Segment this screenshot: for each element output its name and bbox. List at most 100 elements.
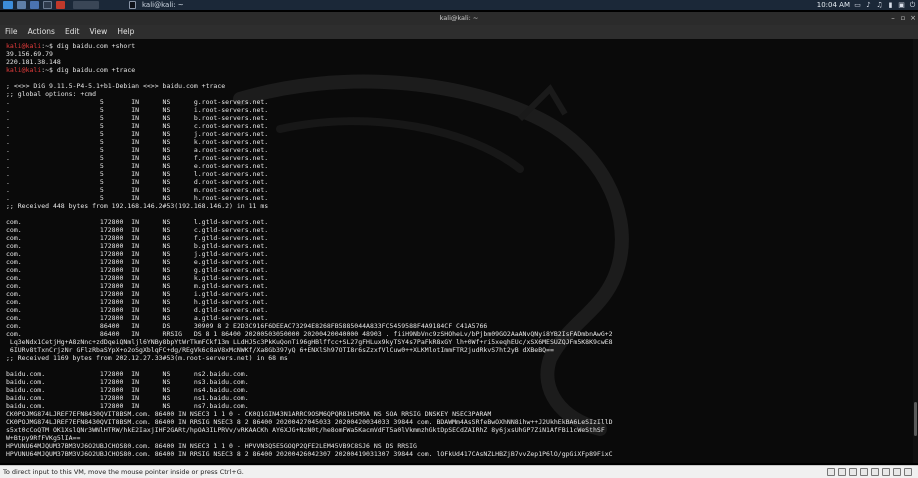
display-icon[interactable]: ▭ [854,1,861,9]
terminal-line: com. 172800 IN NS a.gtld-servers.net. [6,314,613,322]
terminal-line: kali@kali:~$ dig baidu.com +trace [6,66,613,74]
terminal-line: CK0POJMG874LJREF7EFN8430QVIT8BSM.com. 86… [6,410,613,418]
line-text: HPVUNU64MJQUM37BM3VJ6O2UBJCHOS80.com. 86… [6,450,613,458]
task-title[interactable]: kali@kali: ~ [142,0,184,10]
line-text: com. 172800 IN NS b.gtld-servers.net. [6,242,269,250]
line-text: ;; Received 448 bytes from 192.168.146.2… [6,202,269,210]
top-panel: kali@kali: ~ 10:04 AM ▭ ♪ ♫ ▮ ▣ ⏻ [0,0,918,10]
line-text: com. 172800 IN NS a.gtld-servers.net. [6,314,269,322]
terminal-line: . 5 IN NS h.root-servers.net. [6,194,613,202]
terminal-line: baidu.com. 172800 IN NS ns2.baidu.com. [6,370,613,378]
line-text: com. 172800 IN NS m.gtld-servers.net. [6,282,269,290]
line-text: HPVUNU64MJQUM37BM3VJ6O2UBJCHOS80.com. 86… [6,442,417,450]
lock-icon[interactable]: ▣ [898,1,905,9]
line-text: . 5 IN NS l.root-servers.net. [6,170,269,178]
terminal-line: . 5 IN NS e.root-servers.net. [6,162,613,170]
menu-actions[interactable]: Actions [28,25,55,39]
terminal-line: com. 172800 IN NS k.gtld-servers.net. [6,274,613,282]
terminal-line: baidu.com. 172800 IN NS ns7.baidu.com. [6,402,613,410]
line-text: . 5 IN NS j.root-servers.net. [6,130,269,138]
shell-prompt: kali@kali [6,42,42,50]
line-text: com. 172800 IN NS d.gtld-servers.net. [6,306,269,314]
terminal-line: com. 86400 IN DS 30909 8 2 E2D3C916F6DEE… [6,322,613,330]
usb-icon[interactable] [860,468,868,476]
line-text: CK0POJMG874LJREF7EFN8430QVIT8BSM.com. 86… [6,410,492,418]
terminal-line: HPVUNU64MJQUM37BM3VJ6O2UBJCHOS80.com. 86… [6,442,613,450]
terminal-output[interactable]: kali@kali:~$ dig baidu.com +short 39.156.… [0,39,913,463]
line-text: 39.156.69.79 [6,50,53,58]
cd-icon[interactable] [838,468,846,476]
menu-help[interactable]: Help [117,25,134,39]
menu-file[interactable]: File [5,25,18,39]
terminal-line: 220.181.38.148 [6,58,613,66]
active-window-button[interactable] [73,1,99,9]
volume-icon[interactable]: ♪ [865,1,872,9]
minimize-icon[interactable]: – [888,12,898,25]
terminal-line: kali@kali:~$ dig baidu.com +short [6,42,613,50]
terminal-line: . 5 IN NS f.root-servers.net. [6,154,613,162]
menu-edit[interactable]: Edit [65,25,80,39]
terminal-line: ; <<>> DiG 9.11.5-P4-5.1+b1-Debian <<>> … [6,82,613,90]
line-text: Lq3eNdx1CetjHg+A8zNnc+zdDqeiQNmljl6YNBy8… [6,338,613,346]
kali-menu-icon[interactable] [3,1,13,9]
terminal-line: Lq3eNdx1CetjHg+A8zNnc+zdDqeiQNmljl6YNBy8… [6,338,613,346]
line-text: com. 172800 IN NS g.gtld-servers.net. [6,266,269,274]
terminal-line: baidu.com. 172800 IN NS ns3.baidu.com. [6,378,613,386]
terminal-line: com. 172800 IN NS m.gtld-servers.net. [6,282,613,290]
power-icon[interactable]: ⏻ [909,1,916,9]
battery-icon[interactable]: ▮ [887,1,894,9]
terminal-line: com. 172800 IN NS d.gtld-servers.net. [6,306,613,314]
terminal-line: CK0POJMG874LJREF7EFN8430QVIT8BSM.com. 86… [6,418,613,426]
file-manager-icon[interactable] [30,1,39,9]
terminal-line: . 5 IN NS d.root-servers.net. [6,178,613,186]
line-text: com. 86400 IN DS 30909 8 2 E2D3C916F6DEE… [6,322,488,330]
terminal-line: ;; Received 1169 bytes from 202.12.27.33… [6,354,613,362]
line-text: . 5 IN NS a.root-servers.net. [6,146,269,154]
maximize-icon[interactable]: ▫ [898,12,908,25]
line-text: com. 172800 IN NS l.gtld-servers.net. [6,218,269,226]
line-text: baidu.com. 172800 IN NS ns2.baidu.com. [6,370,249,378]
line-text: baidu.com. 172800 IN NS ns7.baidu.com. [6,402,249,410]
line-text: ;; global options: +cmd [6,90,97,98]
hdd-icon[interactable] [827,468,835,476]
terminal-line: s5xt0cCoQTM OK1XslQNr3WNlHTRW/hkE2IaxjIH… [6,426,613,434]
terminal-line: W+Btpy9RfFVKg5lIA== [6,434,613,442]
terminal-line: . 5 IN NS l.root-servers.net. [6,170,613,178]
line-text: com. 172800 IN NS f.gtld-servers.net. [6,234,269,242]
workspace-icon[interactable] [17,1,26,9]
window-titlebar[interactable]: kali@kali: ~ – ▫ × [0,12,918,25]
line-text: baidu.com. 172800 IN NS ns4.baidu.com. [6,386,249,394]
network-icon[interactable] [849,468,857,476]
notification-bell-icon[interactable]: ♫ [876,1,883,9]
task-terminal-icon[interactable] [129,1,136,9]
line-text: com. 86400 IN RRSIG DS 8 1 86400 2020050… [6,330,613,338]
display-icon[interactable] [882,468,890,476]
vm-device-icons [827,468,912,476]
terminal-line: 39.156.69.79 [6,50,613,58]
clock[interactable]: 10:04 AM [817,0,850,10]
browser-icon[interactable] [56,1,65,9]
menu-view[interactable]: View [90,25,108,39]
line-text: baidu.com. 172800 IN NS ns3.baidu.com. [6,378,249,386]
terminal-launcher-icon[interactable] [43,1,52,9]
terminal-line: . 5 IN NS a.root-servers.net. [6,146,613,154]
sound-icon[interactable] [871,468,879,476]
terminal-lines: kali@kali:~$ dig baidu.com +short 39.156.… [6,42,613,458]
terminal-line: com. 172800 IN NS g.gtld-servers.net. [6,266,613,274]
terminal-scrollbar[interactable] [913,39,918,463]
line-text: . 5 IN NS k.root-servers.net. [6,138,269,146]
printer-icon[interactable] [893,468,901,476]
line-text: . 5 IN NS i.root-servers.net. [6,106,269,114]
terminal-line: . 5 IN NS j.root-servers.net. [6,130,613,138]
scrollbar-thumb[interactable] [914,402,917,436]
close-icon[interactable]: × [908,12,918,25]
message-icon[interactable] [904,468,912,476]
terminal-line: ;; Received 448 bytes from 192.168.146.2… [6,202,613,210]
terminal-line: . 5 IN NS i.root-servers.net. [6,106,613,114]
terminal-line: . 5 IN NS m.root-servers.net. [6,186,613,194]
line-text: . 5 IN NS f.root-servers.net. [6,154,269,162]
line-text: . 5 IN NS g.root-servers.net. [6,98,269,106]
terminal-line: com. 172800 IN NS c.gtld-servers.net. [6,226,613,234]
line-text: com. 172800 IN NS c.gtld-servers.net. [6,226,269,234]
